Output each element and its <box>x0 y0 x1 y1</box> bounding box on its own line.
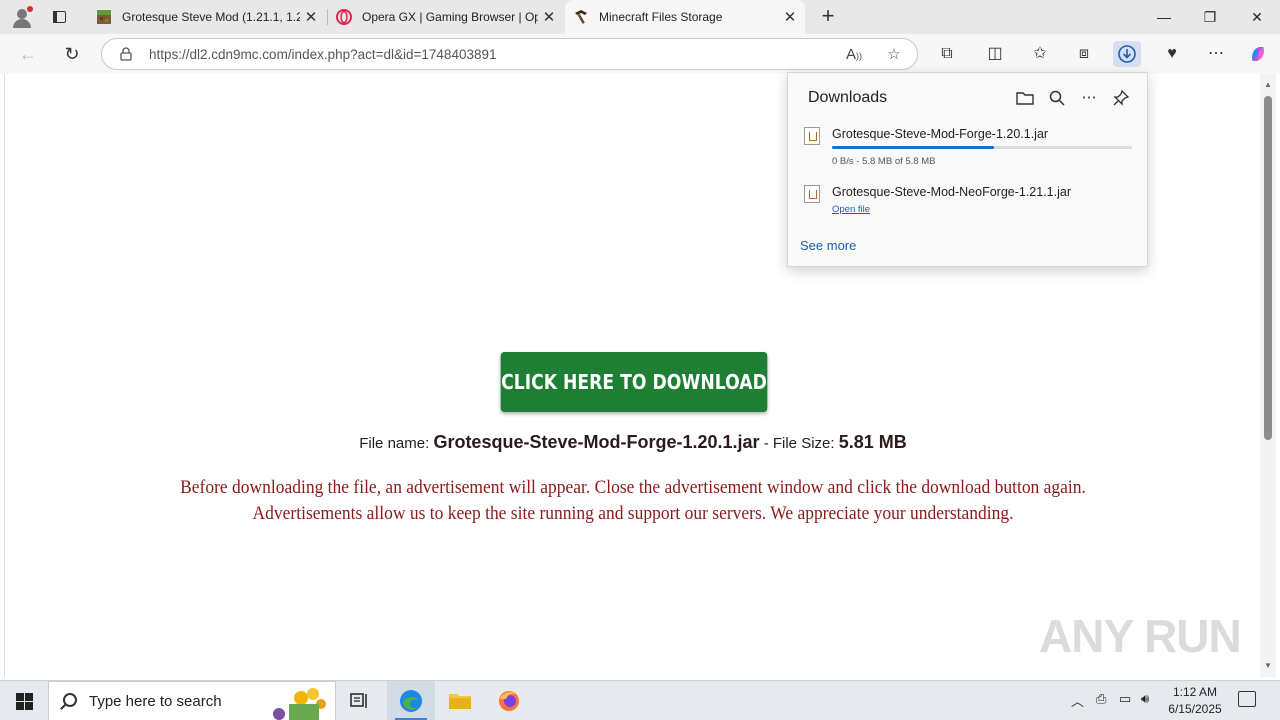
minecraft-grass-icon <box>97 10 111 24</box>
browser-toolbar: ← ↻ https://dl2.cdn9mc.com/index.php?act… <box>0 34 1280 74</box>
clock-date: 6/15/2025 <box>1168 702 1222 716</box>
anyrun-watermark: ANY RUN <box>1039 610 1242 662</box>
download-file-name[interactable]: Grotesque-Steve-Mod-Forge-1.20.1.jar <box>832 127 1048 141</box>
close-window-button[interactable]: ✕ <box>1234 0 1280 34</box>
taskbar: Type here to search ︿ ⎙ ▭ 🔊︎ 1:12 AM 6/1… <box>0 680 1280 720</box>
tab-close-button[interactable]: ✕ <box>300 8 322 26</box>
search-placeholder: Type here to search <box>89 693 222 710</box>
firefox-icon[interactable] <box>485 681 533 720</box>
clock-time: 1:12 AM <box>1172 685 1218 699</box>
downloads-title: Downloads <box>808 89 888 106</box>
file-info: File name: Grotesque-Steve-Mod-Forge-1.2… <box>1 432 1265 453</box>
notifications-icon[interactable] <box>1238 691 1256 707</box>
network-icon[interactable]: ▭ <box>1119 691 1131 707</box>
address-bar[interactable]: https://dl2.cdn9mc.com/index.php?act=dl&… <box>101 38 918 70</box>
file-explorer-icon[interactable] <box>436 681 484 720</box>
tab-minecraft-files-storage[interactable]: Minecraft Files Storage ✕ <box>565 0 805 34</box>
url-text[interactable]: https://dl2.cdn9mc.com/index.php?act=dl&… <box>149 47 497 62</box>
copilot-icon[interactable] <box>1244 41 1272 67</box>
split-screen-icon[interactable]: ◫ <box>981 41 1009 67</box>
tab-close-button[interactable]: ✕ <box>538 8 560 26</box>
pin-icon[interactable] <box>1110 87 1132 109</box>
settings-more-icon[interactable]: ⋯ <box>1202 41 1230 67</box>
profile-icon[interactable] <box>10 6 34 28</box>
tab-bar: Grotesque Steve Mod (1.21.1, 1.20 ✕ Oper… <box>0 0 1280 34</box>
downloads-panel: Downloads ⋯ Grotesque-Steve-Mod-Forge-1.… <box>787 72 1148 267</box>
lock-icon[interactable] <box>119 47 133 61</box>
edge-taskbar-icon[interactable] <box>387 681 435 720</box>
tab-close-button[interactable]: ✕ <box>779 8 801 26</box>
scroll-down-icon[interactable]: ▼ <box>1260 659 1276 673</box>
file-size: 5.81 MB <box>838 432 907 452</box>
tab-opera-gx[interactable]: Opera GX | Gaming Browser | Ope ✕ <box>328 0 564 34</box>
file-name-label: File name: <box>359 435 430 452</box>
task-view-icon[interactable] <box>336 681 384 720</box>
pickaxe-icon <box>575 10 587 24</box>
see-more-link[interactable]: See more <box>800 238 856 253</box>
taskbar-search-box[interactable]: Type here to search <box>48 681 336 720</box>
extensions-icon[interactable]: ⧉ <box>933 41 961 67</box>
search-icon <box>63 693 77 707</box>
taskbar-clock[interactable]: 1:12 AM 6/15/2025 <box>1160 684 1230 718</box>
flowers-icon <box>273 688 326 720</box>
tab-grotesque-steve-mod[interactable]: Grotesque Steve Mod (1.21.1, 1.20 ✕ <box>88 0 326 34</box>
search-icon[interactable] <box>1046 87 1068 109</box>
windows-start-icon[interactable] <box>0 681 48 720</box>
file-name: Grotesque-Steve-Mod-Forge-1.20.1.jar <box>433 432 760 452</box>
network-device-icon[interactable]: ⎙ <box>1096 691 1106 707</box>
more-options-icon[interactable]: ⋯ <box>1078 87 1100 109</box>
restore-button[interactable]: ❐ <box>1187 0 1233 34</box>
page-scrollbar[interactable]: ▲ ▼ <box>1260 74 1276 677</box>
download-progress-fill <box>832 146 994 149</box>
advertisement-notice: Before downloading the file, an advertis… <box>52 475 1215 527</box>
open-file-link[interactable]: Open file <box>832 204 870 215</box>
notice-line-1: Before downloading the file, an advertis… <box>180 477 1086 498</box>
download-progress-bar <box>832 146 1132 149</box>
favorite-star-icon[interactable]: ☆ <box>883 44 905 66</box>
jar-file-icon <box>804 127 820 145</box>
scrollbar-thumb[interactable] <box>1264 96 1272 440</box>
back-arrow-icon[interactable]: ← <box>15 41 41 67</box>
click-here-to-download-button[interactable]: CLICK HERE TO DOWNLOAD <box>500 352 768 412</box>
opera-logo-icon <box>336 9 352 25</box>
open-folder-icon[interactable] <box>1014 87 1036 109</box>
file-size-label: - File Size: <box>763 435 835 452</box>
download-status: 0 B/s - 5.8 MB of 5.8 MB <box>832 156 936 167</box>
minimize-button[interactable]: — <box>1141 0 1187 34</box>
volume-icon[interactable]: 🔊︎ <box>1141 691 1149 707</box>
read-aloud-icon[interactable]: A)) <box>843 44 865 66</box>
download-file-name[interactable]: Grotesque-Steve-Mod-NeoForge-1.21.1.jar <box>832 185 1071 199</box>
new-tab-button[interactable]: + <box>817 5 839 27</box>
tab-actions-icon[interactable] <box>50 8 68 26</box>
notice-line-2: Advertisements allow us to keep the site… <box>252 503 1014 524</box>
collections-icon[interactable]: ⧈ <box>1070 41 1098 67</box>
downloads-icon[interactable] <box>1113 41 1141 67</box>
scroll-up-icon[interactable]: ▲ <box>1260 78 1276 92</box>
tab-title: Opera GX | Gaming Browser | Ope <box>362 10 538 24</box>
favorites-icon[interactable]: ✩ <box>1026 41 1054 67</box>
tab-title: Grotesque Steve Mod (1.21.1, 1.20 <box>122 10 300 24</box>
refresh-icon[interactable]: ↻ <box>59 41 85 67</box>
browser-essentials-icon[interactable]: ♥ <box>1158 41 1186 67</box>
jar-file-icon <box>804 185 820 203</box>
tab-title: Minecraft Files Storage <box>599 10 723 24</box>
show-hidden-icons[interactable]: ︿ <box>1071 691 1084 710</box>
